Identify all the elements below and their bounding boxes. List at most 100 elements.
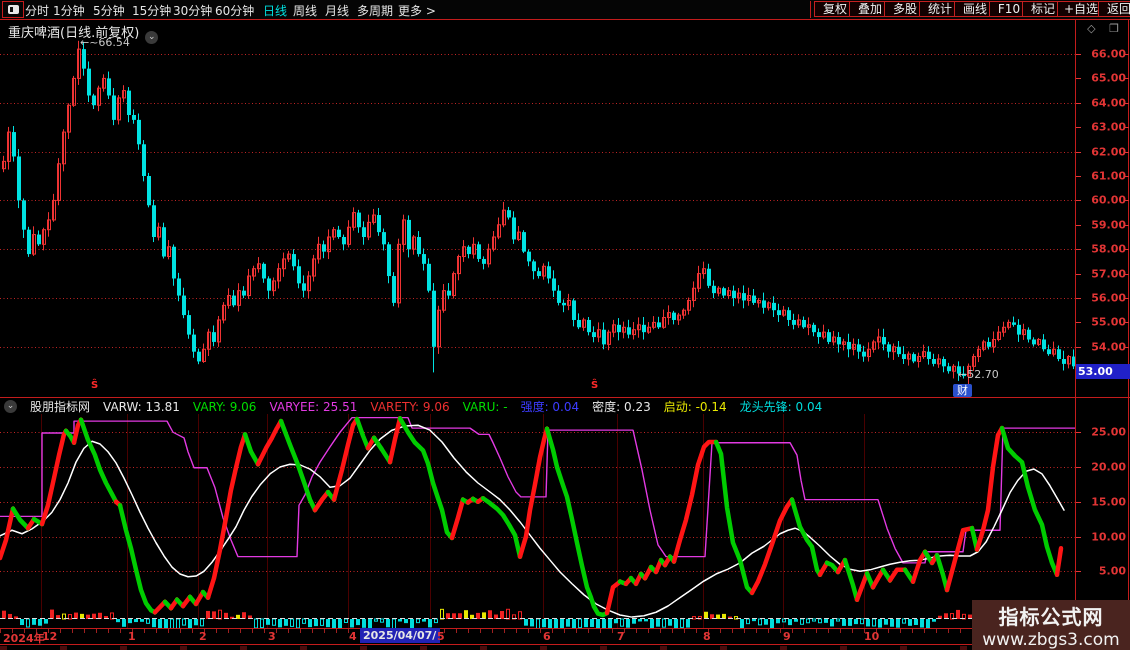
- price-axis-label: 66.00: [1082, 48, 1126, 61]
- indicator-field-: 密度: 0.23: [592, 398, 651, 415]
- indicator-field-varyee: VARYEE: 25.51: [269, 400, 357, 414]
- x-axis-month-label: 6: [543, 630, 551, 643]
- indicator-field-: 启动: -0.14: [664, 398, 727, 415]
- indicator-field-varw: VARW: 13.81: [103, 400, 180, 414]
- price-axis-tick: [1076, 103, 1081, 104]
- y-axis-border: [1075, 20, 1076, 650]
- price-axis-label: 60.00: [1082, 194, 1126, 207]
- price-axis-tick: [1076, 152, 1081, 153]
- price-axis-tick: [1076, 298, 1081, 299]
- indicator-axis-tick: [1076, 432, 1081, 433]
- price-axis-tick: [1124, 78, 1129, 79]
- price-axis-tick: [1076, 176, 1081, 177]
- x-axis-month-label: 1: [128, 630, 136, 643]
- x-axis-month-label: 10: [864, 630, 879, 643]
- price-axis-label: 59.00: [1082, 218, 1126, 231]
- menu-item-2[interactable]: 1分钟: [53, 2, 85, 19]
- menu-item-11[interactable]: 更多 >: [398, 2, 436, 19]
- indicator-axis-label: 25.00: [1082, 426, 1126, 439]
- menu-group-divider: [810, 1, 811, 18]
- top-menu-bar: 分时1分钟5分钟15分钟30分钟60分钟日线周线月线多周期更多 >复权叠加多股统…: [0, 0, 1130, 19]
- indicator-axis-tick: [1076, 502, 1081, 503]
- menu-item-6[interactable]: 60分钟: [215, 2, 254, 19]
- selected-date-box[interactable]: 2025/04/07/—: [360, 628, 440, 643]
- right-edge-border: [1128, 20, 1129, 650]
- price-axis-tick: [1124, 274, 1129, 275]
- layout-panel-icon[interactable]: [2, 1, 24, 18]
- signal-marker-icon: Ŝ: [591, 381, 598, 391]
- price-axis-label: 65.00: [1082, 72, 1126, 85]
- menu-item-1[interactable]: 分时: [25, 2, 49, 19]
- indicator-field-varety: VARETY: 9.06: [370, 400, 449, 414]
- price-axis-tick: [1076, 78, 1081, 79]
- x-axis-month-label: 2: [199, 630, 207, 643]
- indicator-axis-tick: [1076, 571, 1081, 572]
- price-axis-tick: [1076, 249, 1081, 250]
- x-axis-month-label: 5: [437, 630, 445, 643]
- watermark-title: 指标公式网: [999, 601, 1104, 630]
- x-axis[interactable]: 2024年 2025/04/07/— 5 121234678910: [0, 628, 1130, 645]
- flag-badge: 财: [953, 384, 972, 397]
- price-axis-tick: [1124, 322, 1129, 323]
- price-axis-label: 54.00: [1082, 340, 1126, 353]
- price-axis-tick: [1124, 54, 1129, 55]
- price-axis-tick: [1076, 200, 1081, 201]
- menu-item-8[interactable]: 周线: [293, 2, 317, 19]
- price-axis-tick: [1124, 127, 1129, 128]
- indicator-collapse-icon[interactable]: ⌄: [4, 400, 17, 413]
- price-axis-tick: [1124, 176, 1129, 177]
- x-axis-month-label: 12: [42, 630, 57, 643]
- price-axis-tick: [1076, 127, 1081, 128]
- x-axis-month-label: 8: [703, 630, 711, 643]
- indicator-chart-canvas[interactable]: [0, 414, 1075, 628]
- price-axis-tick: [1124, 347, 1129, 348]
- price-axis-tick: [1124, 225, 1129, 226]
- indicator-axis-label: 15.00: [1082, 495, 1126, 508]
- price-axis-label: 58.00: [1082, 243, 1126, 256]
- price-axis-label: 62.00: [1082, 145, 1126, 158]
- x-axis-month-label: 3: [268, 630, 276, 643]
- price-axis-tick: [1076, 274, 1081, 275]
- signal-marker-icon: Ŝ: [91, 381, 98, 391]
- watermark-url: www.zbgs3.com: [982, 630, 1119, 650]
- toolbar-button-9[interactable]: 返回: [1098, 1, 1130, 17]
- menu-item-4[interactable]: 15分钟: [132, 2, 171, 19]
- indicator-axis-tick: [1076, 537, 1081, 538]
- price-axis-label: 56.00: [1082, 292, 1126, 305]
- price-axis-label: 57.00: [1082, 267, 1126, 280]
- xaxis-bottom-line: [0, 644, 1130, 645]
- price-axis-tick: [1124, 103, 1129, 104]
- price-axis-tick: [1076, 322, 1081, 323]
- indicator-axis-tick: [1076, 467, 1081, 468]
- menu-item-9[interactable]: 月线: [325, 2, 349, 19]
- menu-item-7[interactable]: 日线: [263, 2, 287, 19]
- indicator-axis-label: 10.00: [1082, 530, 1126, 543]
- candlestick-chart-canvas[interactable]: [0, 20, 1075, 397]
- x-axis-month-label: 4: [349, 630, 357, 643]
- price-axis-label: 63.00: [1082, 121, 1126, 134]
- corner-window-icons[interactable]: ◇ ❐: [1087, 22, 1124, 35]
- price-annotation: ←52.70: [958, 368, 999, 381]
- indicator-field-vary: VARY: 9.06: [193, 400, 257, 414]
- last-price-badge: 53.00: [1076, 364, 1130, 379]
- x-axis-ticks: [0, 629, 1075, 633]
- price-axis-label: 64.00: [1082, 96, 1126, 109]
- indicator-field-: 龙头先锋: 0.04: [740, 398, 823, 415]
- price-axis-tick: [1124, 249, 1129, 250]
- price-axis-label: 61.00: [1082, 170, 1126, 183]
- menu-item-3[interactable]: 5分钟: [93, 2, 125, 19]
- price-annotation: ←~66.54: [80, 36, 130, 49]
- indicator-axis-label: 5.00: [1082, 565, 1126, 578]
- indicator-header: ⌄ 股朋指标网 VARW: 13.81 VARY: 9.06 VARYEE: 25.5…: [4, 399, 1072, 414]
- indicator-axis-label: 20.00: [1082, 461, 1126, 474]
- price-axis-tick: [1124, 298, 1129, 299]
- menu-item-5[interactable]: 30分钟: [173, 2, 212, 19]
- stock-app-window: 分时1分钟5分钟15分钟30分钟60分钟日线周线月线多周期更多 >复权叠加多股统…: [0, 0, 1130, 650]
- watermark-box: 指标公式网 www.zbgs3.com: [972, 600, 1130, 650]
- menu-item-10[interactable]: 多周期: [357, 2, 393, 19]
- indicator-source-label: 股朋指标网: [30, 398, 90, 415]
- indicator-field-varu: VARU: -: [463, 400, 508, 414]
- price-axis-tick: [1076, 347, 1081, 348]
- x-axis-month-label: 9: [783, 630, 791, 643]
- price-axis-tick: [1124, 200, 1129, 201]
